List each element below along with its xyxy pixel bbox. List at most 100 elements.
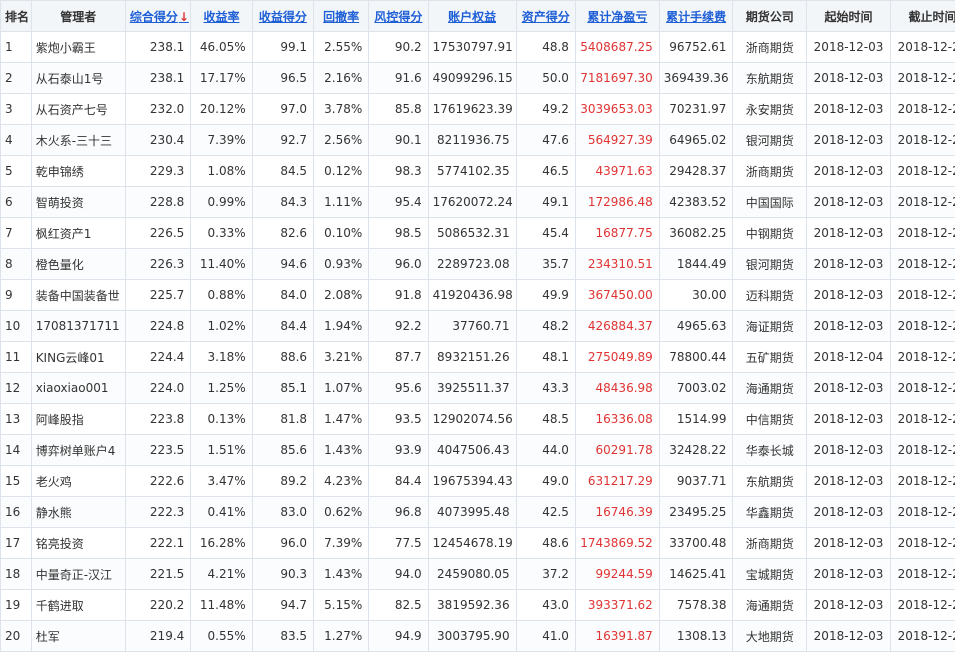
cell-start: 2018-12-04 [807, 342, 891, 373]
cell-drawdown: 2.55% [314, 32, 369, 63]
col-composite-score[interactable]: 综合得分↓ [125, 1, 190, 32]
cell-start: 2018-12-03 [807, 280, 891, 311]
cell-asset-score: 43.3 [516, 373, 575, 404]
cell-manager[interactable]: 从石泰山1号 [31, 63, 125, 94]
cell-asset-score: 49.9 [516, 280, 575, 311]
cell-manager[interactable]: 老火鸡 [31, 466, 125, 497]
cell-manager[interactable]: 千鹤进取 [31, 590, 125, 621]
table-row[interactable]: 19千鹤进取220.211.48%94.75.15%82.53819592.36… [1, 590, 955, 621]
cell-manager[interactable]: 静水熊 [31, 497, 125, 528]
col-equity[interactable]: 账户权益 [428, 1, 516, 32]
cell-start: 2018-12-03 [807, 621, 891, 652]
col-drawdown[interactable]: 回撤率 [314, 1, 369, 32]
table-row[interactable]: 7枫红资产1226.50.33%82.60.10%98.55086532.314… [1, 218, 955, 249]
cell-drawdown: 2.16% [314, 63, 369, 94]
cell-manager[interactable]: 乾申锦绣 [31, 156, 125, 187]
cell-end: 2018-12-25 [891, 94, 955, 125]
table-row[interactable]: 4木火系-三十三230.47.39%92.72.56%90.18211936.7… [1, 125, 955, 156]
cell-cum-pnl: 564927.39 [575, 125, 659, 156]
cell-manager[interactable]: 智萌投资 [31, 187, 125, 218]
cell-return-score: 96.0 [252, 528, 313, 559]
cell-end: 2018-12-24 [891, 63, 955, 94]
cell-broker: 中国国际 [733, 187, 807, 218]
table-row[interactable]: 13阿峰股指223.80.13%81.81.47%93.512902074.56… [1, 404, 955, 435]
cell-rank: 1 [1, 32, 32, 63]
cell-manager[interactable]: 装备中国装备世 [31, 280, 125, 311]
cell-rank: 16 [1, 497, 32, 528]
cell-equity: 37760.71 [428, 311, 516, 342]
table-row[interactable]: 9装备中国装备世225.70.88%84.02.08%91.841920436.… [1, 280, 955, 311]
table-row[interactable]: 20杜军219.40.55%83.51.27%94.93003795.9041.… [1, 621, 955, 652]
table-row[interactable]: 8橙色量化226.311.40%94.60.93%96.02289723.083… [1, 249, 955, 280]
cell-start: 2018-12-03 [807, 187, 891, 218]
table-row[interactable]: 14博弈树单账户4223.51.51%85.61.43%93.94047506.… [1, 435, 955, 466]
table-row[interactable]: 1017081371711224.81.02%84.41.94%92.23776… [1, 311, 955, 342]
table-row[interactable]: 15老火鸡222.63.47%89.24.23%84.419675394.434… [1, 466, 955, 497]
table-row[interactable]: 1紫炮小霸王238.146.05%99.12.55%90.217530797.9… [1, 32, 955, 63]
cell-manager[interactable]: KING云峰01 [31, 342, 125, 373]
cell-manager[interactable]: 中量奇正-汉江 [31, 559, 125, 590]
col-asset-score[interactable]: 资产得分 [516, 1, 575, 32]
cell-start: 2018-12-03 [807, 497, 891, 528]
cell-manager[interactable]: 枫红资产1 [31, 218, 125, 249]
cell-return-score: 94.7 [252, 590, 313, 621]
table-row[interactable]: 3从石资产七号232.020.12%97.03.78%85.817619623.… [1, 94, 955, 125]
cell-risk-score: 96.8 [369, 497, 428, 528]
cell-broker: 华鑫期货 [733, 497, 807, 528]
cell-end: 2018-12-25 [891, 528, 955, 559]
cell-manager[interactable]: 铭亮投资 [31, 528, 125, 559]
cell-risk-score: 94.9 [369, 621, 428, 652]
cell-end: 2018-12-24 [891, 590, 955, 621]
cell-cum-fee: 70231.97 [659, 94, 733, 125]
cell-asset-score: 49.0 [516, 466, 575, 497]
table-row[interactable]: 18中量奇正-汉江221.54.21%90.31.43%94.02459080.… [1, 559, 955, 590]
cell-asset-score: 41.0 [516, 621, 575, 652]
cell-asset-score: 45.4 [516, 218, 575, 249]
cell-asset-score: 47.6 [516, 125, 575, 156]
cell-start: 2018-12-03 [807, 590, 891, 621]
cell-risk-score: 94.0 [369, 559, 428, 590]
table-row[interactable]: 5乾申锦绣229.31.08%84.50.12%98.35774102.3546… [1, 156, 955, 187]
table-row[interactable]: 2从石泰山1号238.117.17%96.52.16%91.649099296.… [1, 63, 955, 94]
col-return-score[interactable]: 收益得分 [252, 1, 313, 32]
table-row[interactable]: 16静水熊222.30.41%83.00.62%96.84073995.4842… [1, 497, 955, 528]
cell-start: 2018-12-03 [807, 218, 891, 249]
cell-manager[interactable]: xiaoxiao001 [31, 373, 125, 404]
cell-cum-fee: 14625.41 [659, 559, 733, 590]
cell-composite-score: 229.3 [125, 156, 190, 187]
cell-broker: 华泰长城 [733, 435, 807, 466]
cell-rank: 17 [1, 528, 32, 559]
cell-equity: 49099296.15 [428, 63, 516, 94]
cell-return-rate: 0.41% [191, 497, 252, 528]
cell-asset-score: 48.2 [516, 311, 575, 342]
table-row[interactable]: 6智萌投资228.80.99%84.31.11%95.417620072.244… [1, 187, 955, 218]
cell-end: 2018-12-25 [891, 497, 955, 528]
table-row[interactable]: 12xiaoxiao001224.01.25%85.11.07%95.63925… [1, 373, 955, 404]
col-cum-pnl[interactable]: 累计净盈亏 [575, 1, 659, 32]
col-cum-fee[interactable]: 累计手续费 [659, 1, 733, 32]
cell-manager[interactable]: 阿峰股指 [31, 404, 125, 435]
cell-manager[interactable]: 木火系-三十三 [31, 125, 125, 156]
col-risk-score[interactable]: 风控得分 [369, 1, 428, 32]
cell-asset-score: 49.2 [516, 94, 575, 125]
cell-manager[interactable]: 从石资产七号 [31, 94, 125, 125]
cell-broker: 浙商期货 [733, 32, 807, 63]
cell-manager[interactable]: 博弈树单账户4 [31, 435, 125, 466]
cell-asset-score: 49.1 [516, 187, 575, 218]
cell-cum-pnl: 43971.63 [575, 156, 659, 187]
cell-manager[interactable]: 17081371711 [31, 311, 125, 342]
cell-manager[interactable]: 杜军 [31, 621, 125, 652]
cell-asset-score: 35.7 [516, 249, 575, 280]
cell-start: 2018-12-03 [807, 559, 891, 590]
cell-return-score: 92.7 [252, 125, 313, 156]
cell-composite-score: 238.1 [125, 63, 190, 94]
cell-manager[interactable]: 紫炮小霸王 [31, 32, 125, 63]
cell-risk-score: 85.8 [369, 94, 428, 125]
cell-return-rate: 0.55% [191, 621, 252, 652]
cell-manager[interactable]: 橙色量化 [31, 249, 125, 280]
table-row[interactable]: 11KING云峰01224.43.18%88.63.21%87.78932151… [1, 342, 955, 373]
cell-equity: 3819592.36 [428, 590, 516, 621]
col-return-rate[interactable]: 收益率 [191, 1, 252, 32]
cell-risk-score: 93.9 [369, 435, 428, 466]
table-row[interactable]: 17铭亮投资222.116.28%96.07.39%77.512454678.1… [1, 528, 955, 559]
